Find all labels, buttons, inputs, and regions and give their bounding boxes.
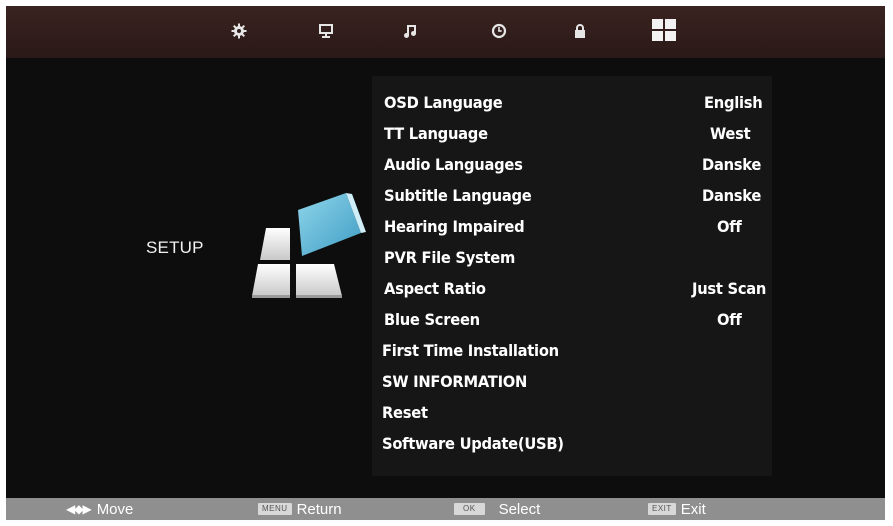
page-title: SETUP xyxy=(146,238,204,257)
setup-menu-list: OSD Language English TT Language West Au… xyxy=(372,76,772,476)
menu-item-label: TT Language xyxy=(384,124,488,143)
menu-item-first-time-installation[interactable]: First Time Installation xyxy=(372,338,772,364)
menu-item-label: Software Update(USB) xyxy=(382,434,564,453)
menu-item-value: Off xyxy=(717,310,742,329)
arrows-icon: ◀◆▶ xyxy=(66,502,92,516)
menu-item-subtitle-language[interactable]: Subtitle Language Danske xyxy=(372,183,772,209)
setup-tiles-graphic xyxy=(246,188,376,308)
menu-item-label: Hearing Impaired xyxy=(384,217,525,236)
settings-content-area: SETUP OSD Language English TT Language W… xyxy=(6,58,885,498)
menu-item-value: Danske xyxy=(702,155,762,174)
menu-key-badge: MENU xyxy=(258,503,292,515)
return-hint-label: Return xyxy=(296,500,342,518)
menu-item-audio-languages[interactable]: Audio Languages Danske xyxy=(372,152,772,178)
menu-item-label: PVR File System xyxy=(384,248,516,267)
menu-item-hearing-impaired[interactable]: Hearing Impaired Off xyxy=(372,214,772,240)
menu-item-value: West xyxy=(710,124,751,143)
menu-item-value: Just Scan xyxy=(692,279,767,298)
menu-item-label: Subtitle Language xyxy=(384,186,532,205)
menu-item-value: Danske xyxy=(702,186,762,205)
menu-item-reset[interactable]: Reset xyxy=(372,400,772,426)
menu-item-sw-information[interactable]: SW INFORMATION xyxy=(372,369,772,395)
exit-hint-label: Exit xyxy=(680,500,706,518)
lock-icon[interactable] xyxy=(569,20,591,42)
menu-item-aspect-ratio[interactable]: Aspect Ratio Just Scan xyxy=(372,276,772,302)
menu-item-blue-screen[interactable]: Blue Screen Off xyxy=(372,307,772,333)
menu-item-osd-language[interactable]: OSD Language English xyxy=(372,90,772,116)
menu-item-label: Audio Languages xyxy=(384,155,523,174)
ok-key-badge: OK xyxy=(454,503,485,515)
menu-item-label: Blue Screen xyxy=(384,310,480,329)
exit-hint[interactable]: EXIT Exit xyxy=(648,500,706,518)
category-tab-bar xyxy=(6,6,885,58)
menu-item-software-update-usb[interactable]: Software Update(USB) xyxy=(372,431,772,457)
select-hint-label: Select xyxy=(498,500,541,518)
tv-settings-screen: SETUP OSD Language English TT Language W… xyxy=(6,6,885,520)
menu-item-label: OSD Language xyxy=(384,93,503,112)
menu-item-pvr-file-system[interactable]: PVR File System xyxy=(372,245,772,271)
menu-item-label: Aspect Ratio xyxy=(384,279,486,298)
return-hint[interactable]: MENU Return xyxy=(258,500,342,518)
move-hint: ◀◆▶ Move xyxy=(66,500,133,518)
key-hint-bar: ◀◆▶ Move MENU Return OK Select EXIT Exit xyxy=(6,498,885,520)
music-note-icon[interactable] xyxy=(399,20,421,42)
exit-key-badge: EXIT xyxy=(648,503,676,515)
gear-icon[interactable] xyxy=(228,20,250,42)
menu-item-label: SW INFORMATION xyxy=(382,372,528,391)
monitor-icon[interactable] xyxy=(315,20,337,42)
menu-item-value: English xyxy=(704,93,763,112)
apps-grid-icon[interactable] xyxy=(651,17,677,43)
menu-item-label: First Time Installation xyxy=(382,341,559,360)
select-hint[interactable]: OK Select xyxy=(454,500,540,518)
clock-icon[interactable] xyxy=(488,20,510,42)
menu-item-value: Off xyxy=(717,217,742,236)
menu-item-label: Reset xyxy=(382,403,428,422)
menu-item-tt-language[interactable]: TT Language West xyxy=(372,121,772,147)
move-hint-label: Move xyxy=(96,500,134,518)
